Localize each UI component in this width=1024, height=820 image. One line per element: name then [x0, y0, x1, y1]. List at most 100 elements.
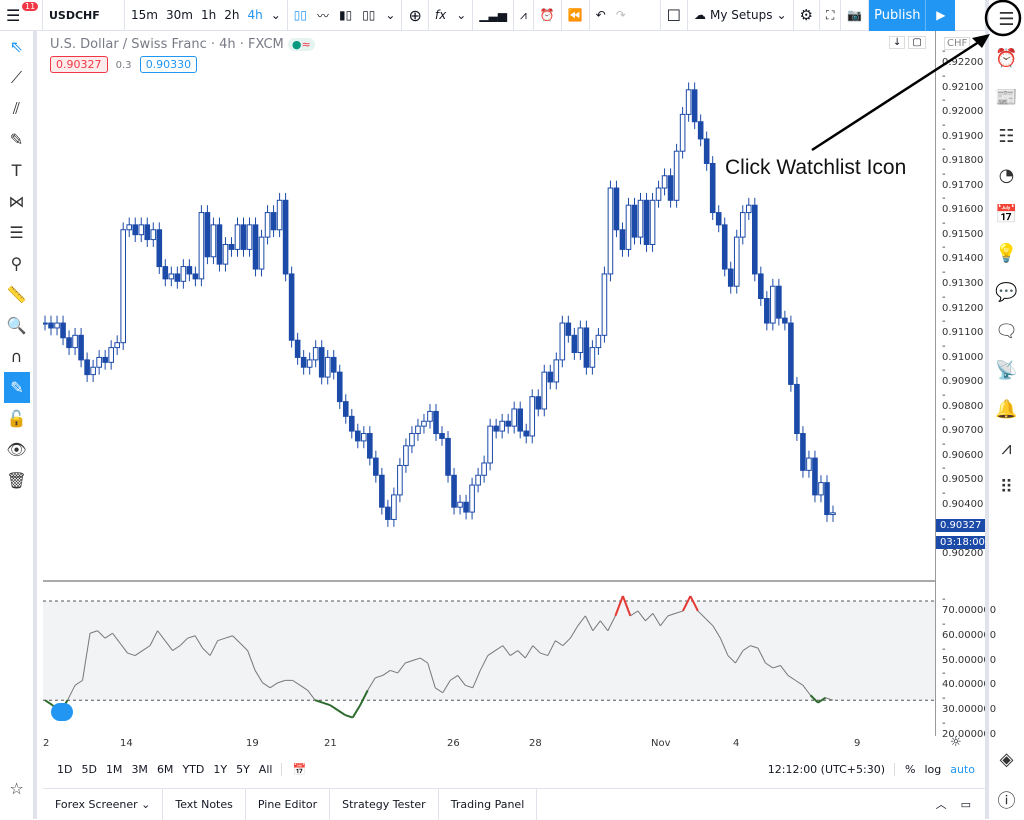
- timezone-label[interactable]: 12:12:00 (UTC+5:30): [768, 763, 885, 776]
- alarm-clock-icon[interactable]: ⏰: [989, 39, 1024, 78]
- rewind-icon: ⏪: [567, 8, 583, 22]
- range-6m[interactable]: 6M: [157, 763, 174, 776]
- layout-button[interactable]: ☐: [661, 0, 688, 31]
- bottom-panel-tabs: Forex Screener ⌄ Text Notes Pine Editor …: [43, 788, 985, 820]
- zoom-in-icon[interactable]: 🔍: [0, 310, 33, 341]
- undo-icon[interactable]: ↶: [596, 8, 606, 22]
- auto-toggle[interactable]: auto: [950, 763, 975, 776]
- candle: [108, 347, 114, 363]
- news-icon[interactable]: 📰: [989, 78, 1024, 117]
- trend-line-icon[interactable]: ⟋: [0, 62, 33, 93]
- prediction-icon[interactable]: ☰: [0, 217, 33, 248]
- range-5y[interactable]: 5Y: [236, 763, 250, 776]
- candle: [541, 371, 548, 410]
- candle: [457, 501, 463, 508]
- menu-button[interactable]: ☰ 11: [0, 0, 43, 31]
- publish-video-button[interactable]: ▶: [925, 0, 956, 31]
- tab-trading-panel[interactable]: Trading Panel: [439, 788, 538, 820]
- candle: [475, 474, 481, 486]
- candle: [156, 229, 163, 268]
- fullscreen-button[interactable]: ⛶: [820, 0, 842, 31]
- snapshot-button[interactable]: 📷: [841, 0, 870, 31]
- chat-icon[interactable]: 🗨: [989, 312, 1024, 351]
- star-icon[interactable]: ☆: [0, 773, 33, 804]
- pattern-icon[interactable]: ⋈: [0, 186, 33, 217]
- range-1m[interactable]: 1M: [106, 763, 123, 776]
- interval-4h[interactable]: 4h: [247, 8, 262, 22]
- goto-date-icon[interactable]: 📅: [281, 762, 306, 776]
- notifications-bell-icon[interactable]: 🔔: [989, 390, 1024, 429]
- layers-icon[interactable]: ◈: [989, 740, 1024, 779]
- candle: [102, 356, 108, 363]
- settings-button[interactable]: ⚙: [794, 0, 820, 31]
- shapes-icon[interactable]: ⚲: [0, 248, 33, 279]
- stay-drawing-icon[interactable]: ✎: [4, 372, 30, 403]
- candle: [427, 410, 433, 422]
- tab-text-notes[interactable]: Text Notes: [163, 788, 246, 820]
- help-icon[interactable]: ⓘ: [989, 780, 1024, 819]
- chevron-up-icon[interactable]: ︿: [936, 796, 947, 812]
- data-window-icon[interactable]: ☷: [989, 117, 1024, 156]
- brush-icon[interactable]: ✎: [0, 124, 33, 155]
- line-chart-icon[interactable]: 〰: [317, 7, 329, 24]
- order-panel-icon[interactable]: ⩘: [989, 429, 1024, 468]
- candle: [54, 322, 60, 329]
- templates-button[interactable]: ⩘: [514, 0, 534, 31]
- magnet-icon[interactable]: ∩: [0, 341, 33, 372]
- price-tick-label: - 0.91800: [942, 144, 984, 167]
- range-3m[interactable]: 3M: [131, 763, 148, 776]
- tab-strategy-tester[interactable]: Strategy Tester: [330, 788, 439, 820]
- candle: [409, 433, 415, 447]
- my-setups-button[interactable]: ☁ My Setups ⌄: [688, 0, 794, 31]
- tab-pine-editor[interactable]: Pine Editor: [246, 788, 331, 820]
- range-all[interactable]: All: [259, 763, 273, 776]
- interval-2h[interactable]: 2h: [224, 8, 239, 22]
- interval-30m[interactable]: 30m: [166, 8, 193, 22]
- chevron-down-icon[interactable]: ⌄: [385, 8, 395, 22]
- hotlist-icon[interactable]: ◔: [989, 156, 1024, 195]
- bars-icon[interactable]: ▮▯: [339, 8, 352, 22]
- heikin-icon[interactable]: ▯▯: [362, 8, 375, 22]
- range-ytd[interactable]: YTD: [182, 763, 204, 776]
- tab-forex-screener[interactable]: Forex Screener ⌄: [43, 788, 164, 820]
- range-1d[interactable]: 1D: [57, 763, 72, 776]
- financials-button[interactable]: ▁▃▅: [473, 0, 514, 31]
- candle: [78, 334, 84, 361]
- time-axis[interactable]: 2 14 19 21 26 28 Nov 4 9: [43, 736, 935, 753]
- settings-sun-icon[interactable]: ☼: [950, 735, 962, 750]
- lock-icon[interactable]: 🔓: [0, 403, 33, 434]
- cursor-icon[interactable]: ⇖: [0, 31, 33, 62]
- indicators-button[interactable]: fx ⌄: [429, 0, 474, 31]
- redo-icon[interactable]: ↷: [616, 8, 626, 22]
- log-toggle[interactable]: log: [924, 763, 941, 776]
- alert-button[interactable]: ⏰: [534, 0, 562, 31]
- range-5d[interactable]: 5D: [81, 763, 96, 776]
- plus-circle-icon: ⊕: [408, 5, 422, 25]
- chats-icon[interactable]: 💬: [989, 273, 1024, 312]
- chevron-down-icon[interactable]: ⌄: [271, 8, 281, 22]
- percent-toggle[interactable]: %: [894, 762, 915, 776]
- ruler-icon[interactable]: 📏: [0, 279, 33, 310]
- text-icon[interactable]: T: [0, 155, 33, 186]
- interval-15m[interactable]: 15m: [131, 8, 158, 22]
- candles-icon[interactable]: ▯▯: [294, 8, 307, 22]
- eye-icon[interactable]: 👁: [0, 434, 33, 465]
- range-1y[interactable]: 1Y: [213, 763, 227, 776]
- fib-icon[interactable]: ⫽: [0, 93, 33, 124]
- chart-canvas[interactable]: [43, 31, 935, 736]
- candle: [258, 236, 265, 270]
- interval-1h[interactable]: 1h: [201, 8, 216, 22]
- price-axis[interactable]: CHF - 0.92200- 0.92100- 0.92000- 0.91900…: [935, 31, 996, 740]
- ideas-bulb-icon[interactable]: 💡: [989, 234, 1024, 273]
- trash-icon[interactable]: 🗑: [0, 465, 33, 496]
- candle: [523, 430, 530, 437]
- replay-button[interactable]: ⏪: [562, 0, 590, 31]
- symbol-search[interactable]: USDCHF: [43, 0, 125, 31]
- dom-icon[interactable]: ⠿: [989, 468, 1024, 507]
- watchlist-icon[interactable]: ☰: [989, 0, 1024, 39]
- streams-icon[interactable]: 📡: [989, 351, 1024, 390]
- publish-button[interactable]: Publish: [869, 0, 926, 31]
- maximize-panel-icon[interactable]: ▭: [961, 798, 971, 811]
- calendar-icon[interactable]: 📅: [989, 195, 1024, 234]
- compare-button[interactable]: ⊕: [402, 0, 429, 31]
